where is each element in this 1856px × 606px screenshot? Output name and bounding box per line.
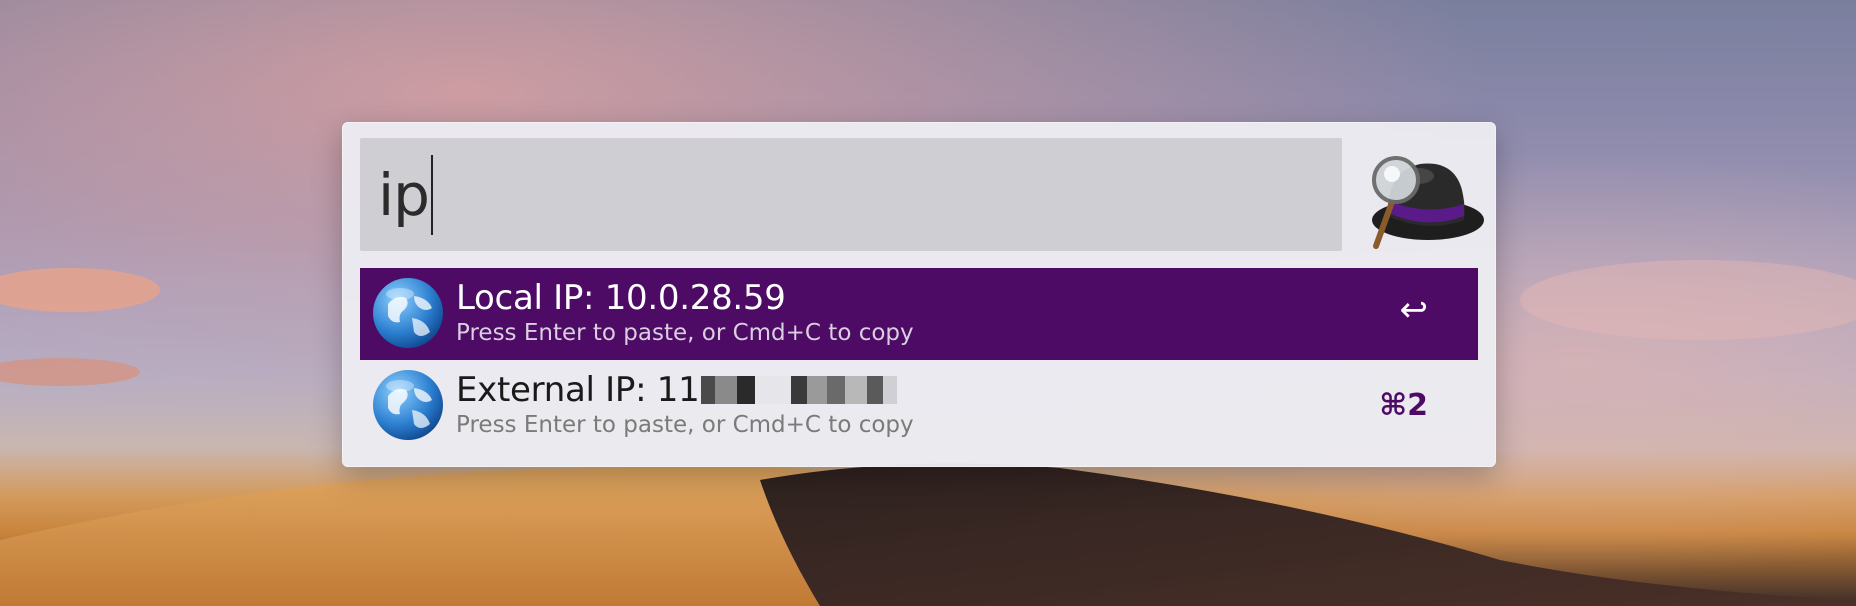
redacted-ip-block	[701, 376, 898, 404]
result-subtitle: Press Enter to paste, or Cmd+C to copy	[456, 320, 914, 346]
alfred-hat-icon[interactable]	[1358, 142, 1486, 250]
result-item-external-ip[interactable]: External IP: 11 Press Enter to paste, or…	[360, 360, 1478, 452]
search-input[interactable]: ip	[360, 138, 1342, 251]
result-item-local-ip[interactable]: Local IP: 10.0.28.59 Press Enter to past…	[360, 268, 1478, 360]
search-query: ip	[378, 154, 433, 235]
result-title: Local IP: 10.0.28.59	[456, 278, 786, 318]
search-query-text: ip	[378, 160, 430, 229]
return-key-icon: ↩	[1399, 290, 1429, 330]
results-list: Local IP: 10.0.28.59 Press Enter to past…	[360, 268, 1478, 452]
globe-icon	[373, 278, 443, 348]
result-subtitle: Press Enter to paste, or Cmd+C to copy	[456, 412, 914, 438]
result-title-text: External IP: 11	[456, 370, 700, 410]
globe-icon	[373, 370, 443, 440]
shortcut-label: ⌘2	[1379, 388, 1428, 423]
text-caret	[430, 154, 433, 235]
alfred-window: ip Local IP: 10.0.28.59 Press Enter to p…	[342, 122, 1496, 467]
result-title: External IP: 11	[456, 370, 898, 410]
